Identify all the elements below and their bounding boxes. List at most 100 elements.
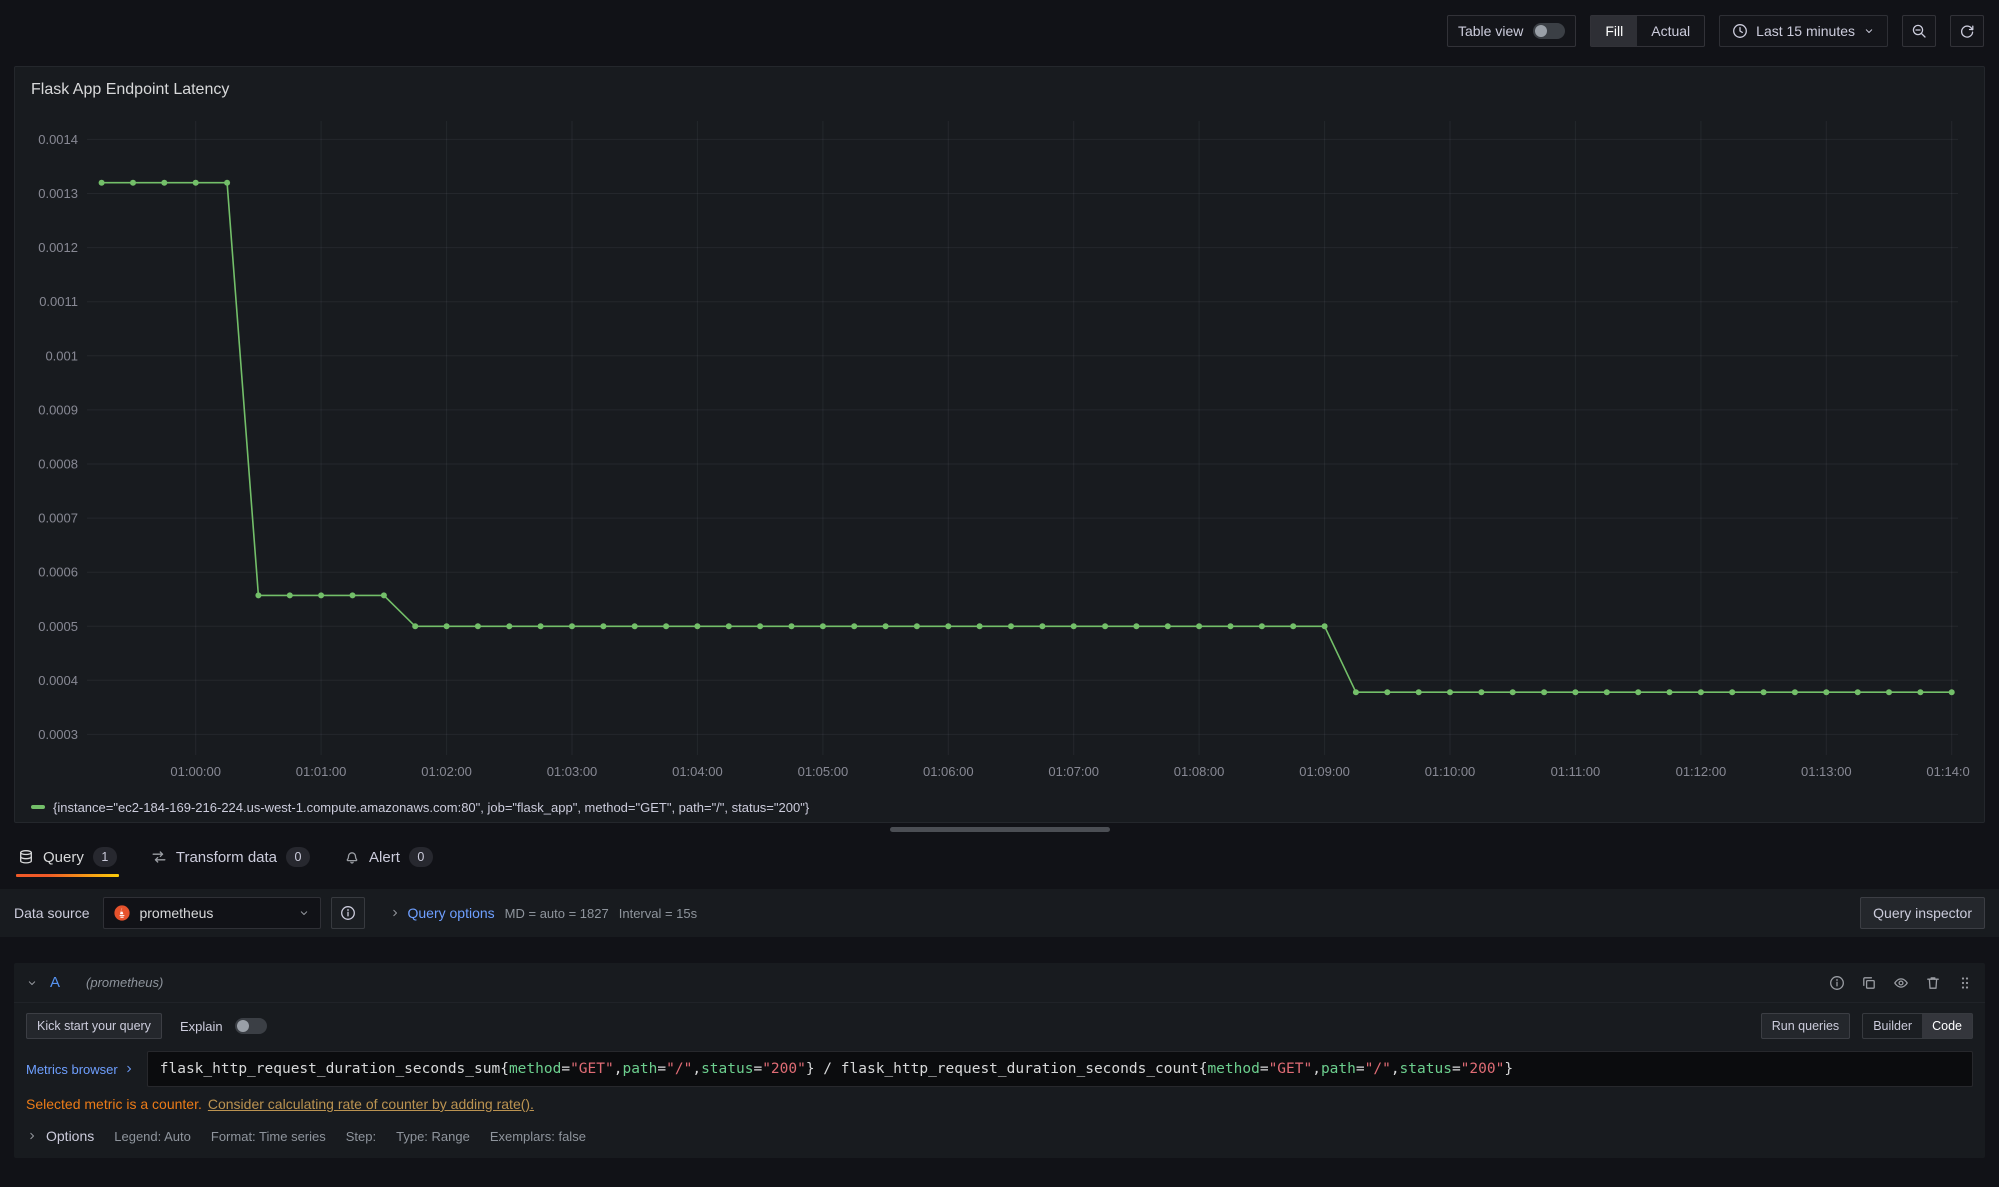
prometheus-icon [114,905,130,921]
query-options-interval: Interval = 15s [619,906,697,921]
svg-text:0.0005: 0.0005 [38,619,78,634]
chevron-down-icon [1863,25,1875,37]
time-range-picker[interactable]: Last 15 minutes [1719,15,1888,47]
svg-text:0.0014: 0.0014 [38,132,78,147]
tab-alert[interactable]: Alert 0 [342,835,435,879]
panel-title[interactable]: Flask App Endpoint Latency [31,73,1968,107]
panel-resize-handle[interactable] [890,827,1110,832]
svg-text:01:01:00: 01:01:00 [296,764,347,779]
bell-icon [344,849,360,865]
tab-transform-label: Transform data [176,849,277,866]
table-view-label: Table view [1458,23,1523,39]
svg-text:0.0009: 0.0009 [38,402,78,417]
svg-text:0.0007: 0.0007 [38,511,78,526]
options-exemplars: Exemplars: false [490,1129,586,1144]
chevron-right-icon [26,1130,38,1142]
options-step: Step: [346,1129,376,1144]
tab-alert-label: Alert [369,849,400,866]
svg-text:01:06:00: 01:06:00 [923,764,974,779]
code-mode-button[interactable]: Code [1922,1014,1972,1038]
query-options-row[interactable]: Options Legend: Auto Format: Time series… [26,1128,1973,1144]
datasource-label: Data source [14,905,89,921]
query-inspector-button[interactable]: Query inspector [1860,897,1985,929]
query-row-header[interactable]: A (prometheus) [14,963,1985,1003]
run-queries-button[interactable]: Run queries [1761,1013,1850,1039]
svg-text:01:11:00: 01:11:00 [1551,764,1601,779]
svg-text:01:02:00: 01:02:00 [421,764,472,779]
options-type: Type: Range [396,1129,470,1144]
info-circle-icon[interactable] [1829,975,1845,991]
query-row-body: Kick start your query Explain Run querie… [14,1003,1985,1144]
panel-edit-topbar: Table view Fill Actual Last 15 minutes [0,0,1999,62]
zoom-out-button[interactable] [1902,15,1936,47]
eye-icon[interactable] [1893,975,1909,991]
tab-query[interactable]: Query 1 [16,835,119,879]
query-row-actions [1829,975,1973,991]
kick-start-query-button[interactable]: Kick start your query [26,1013,162,1039]
refresh-icon [1959,23,1975,39]
fill-actual-group: Fill Actual [1590,15,1705,47]
query-datasource-hint: (prometheus) [86,975,163,990]
svg-text:01:04:00: 01:04:00 [672,764,723,779]
chart-legend: {instance="ec2-184-169-216-224.us-west-1… [31,792,1968,822]
legend-swatch [31,805,45,809]
metrics-browser-toggle[interactable]: Metrics browser [26,1062,135,1077]
editor-tabs: Query 1 Transform data 0 Alert 0 [0,835,1999,879]
svg-text:0.0006: 0.0006 [38,565,78,580]
legend-series-label[interactable]: {instance="ec2-184-169-216-224.us-west-1… [53,800,809,815]
tab-transform-count: 0 [286,847,310,867]
datasource-bar: Data source prometheus Query options MD … [0,889,1999,937]
duplicate-query-icon[interactable] [1861,975,1877,991]
editor-mode-group: Builder Code [1862,1013,1973,1039]
time-range-label: Last 15 minutes [1756,23,1855,39]
panel-resize-area [0,823,1999,835]
refresh-button[interactable] [1950,15,1984,47]
svg-text:0.0003: 0.0003 [38,727,78,742]
promql-editor[interactable]: flask_http_request_duration_seconds_sum{… [147,1051,1973,1087]
query-toolbar: Kick start your query Explain Run querie… [26,1013,1973,1039]
svg-text:01:13:00: 01:13:00 [1801,764,1852,779]
explain-label: Explain [180,1019,223,1034]
collapse-query-icon[interactable] [26,977,38,989]
svg-text:01:10:00: 01:10:00 [1425,764,1476,779]
transform-icon [151,849,167,865]
database-icon [18,849,34,865]
latency-panel: Flask App Endpoint Latency 0.00030.00040… [14,66,1985,823]
table-view-control: Table view [1447,15,1576,47]
builder-mode-button[interactable]: Builder [1863,1014,1922,1038]
warning-text: Selected metric is a counter. [26,1096,202,1112]
table-view-toggle[interactable] [1533,23,1565,39]
query-options-toggle[interactable]: Query options [389,905,494,921]
svg-text:01:07:00: 01:07:00 [1048,764,1099,779]
tab-alert-count: 0 [409,847,433,867]
query-editor-row: A (prometheus) Kick start your query Exp… [14,963,1985,1158]
grafana-panel-editor: Table view Fill Actual Last 15 minutes F… [0,0,1999,1187]
svg-text:0.001: 0.001 [45,348,78,363]
explain-toggle[interactable] [235,1018,267,1034]
datasource-picker[interactable]: prometheus [103,897,321,929]
rate-hint-link[interactable]: Consider calculating rate of counter by … [208,1096,534,1112]
chevron-right-icon [123,1063,135,1075]
svg-text:01:14:00: 01:14:00 [1926,764,1970,779]
svg-text:0.0013: 0.0013 [38,186,78,201]
actual-option-button[interactable]: Actual [1637,16,1704,46]
fill-option-button[interactable]: Fill [1591,16,1637,46]
svg-text:01:00:00: 01:00:00 [170,764,221,779]
latency-chart[interactable]: 0.00030.00040.00050.00060.00070.00080.00… [31,107,1970,789]
info-circle-icon [340,905,356,921]
query-options-md: MD = auto = 1827 [505,906,609,921]
svg-text:0.0011: 0.0011 [39,294,78,309]
svg-text:01:08:00: 01:08:00 [1174,764,1225,779]
chevron-down-icon [298,907,310,919]
svg-text:01:09:00: 01:09:00 [1299,764,1350,779]
tab-query-label: Query [43,849,84,866]
datasource-help-button[interactable] [331,897,365,929]
magnifier-minus-icon [1911,23,1927,39]
options-legend: Legend: Auto [114,1129,191,1144]
svg-text:01:12:00: 01:12:00 [1676,764,1727,779]
tab-transform-data[interactable]: Transform data 0 [149,835,312,879]
trash-icon[interactable] [1925,975,1941,991]
drag-handle-icon[interactable] [1957,975,1973,991]
svg-text:01:05:00: 01:05:00 [798,764,849,779]
datasource-selected-value: prometheus [139,905,213,921]
